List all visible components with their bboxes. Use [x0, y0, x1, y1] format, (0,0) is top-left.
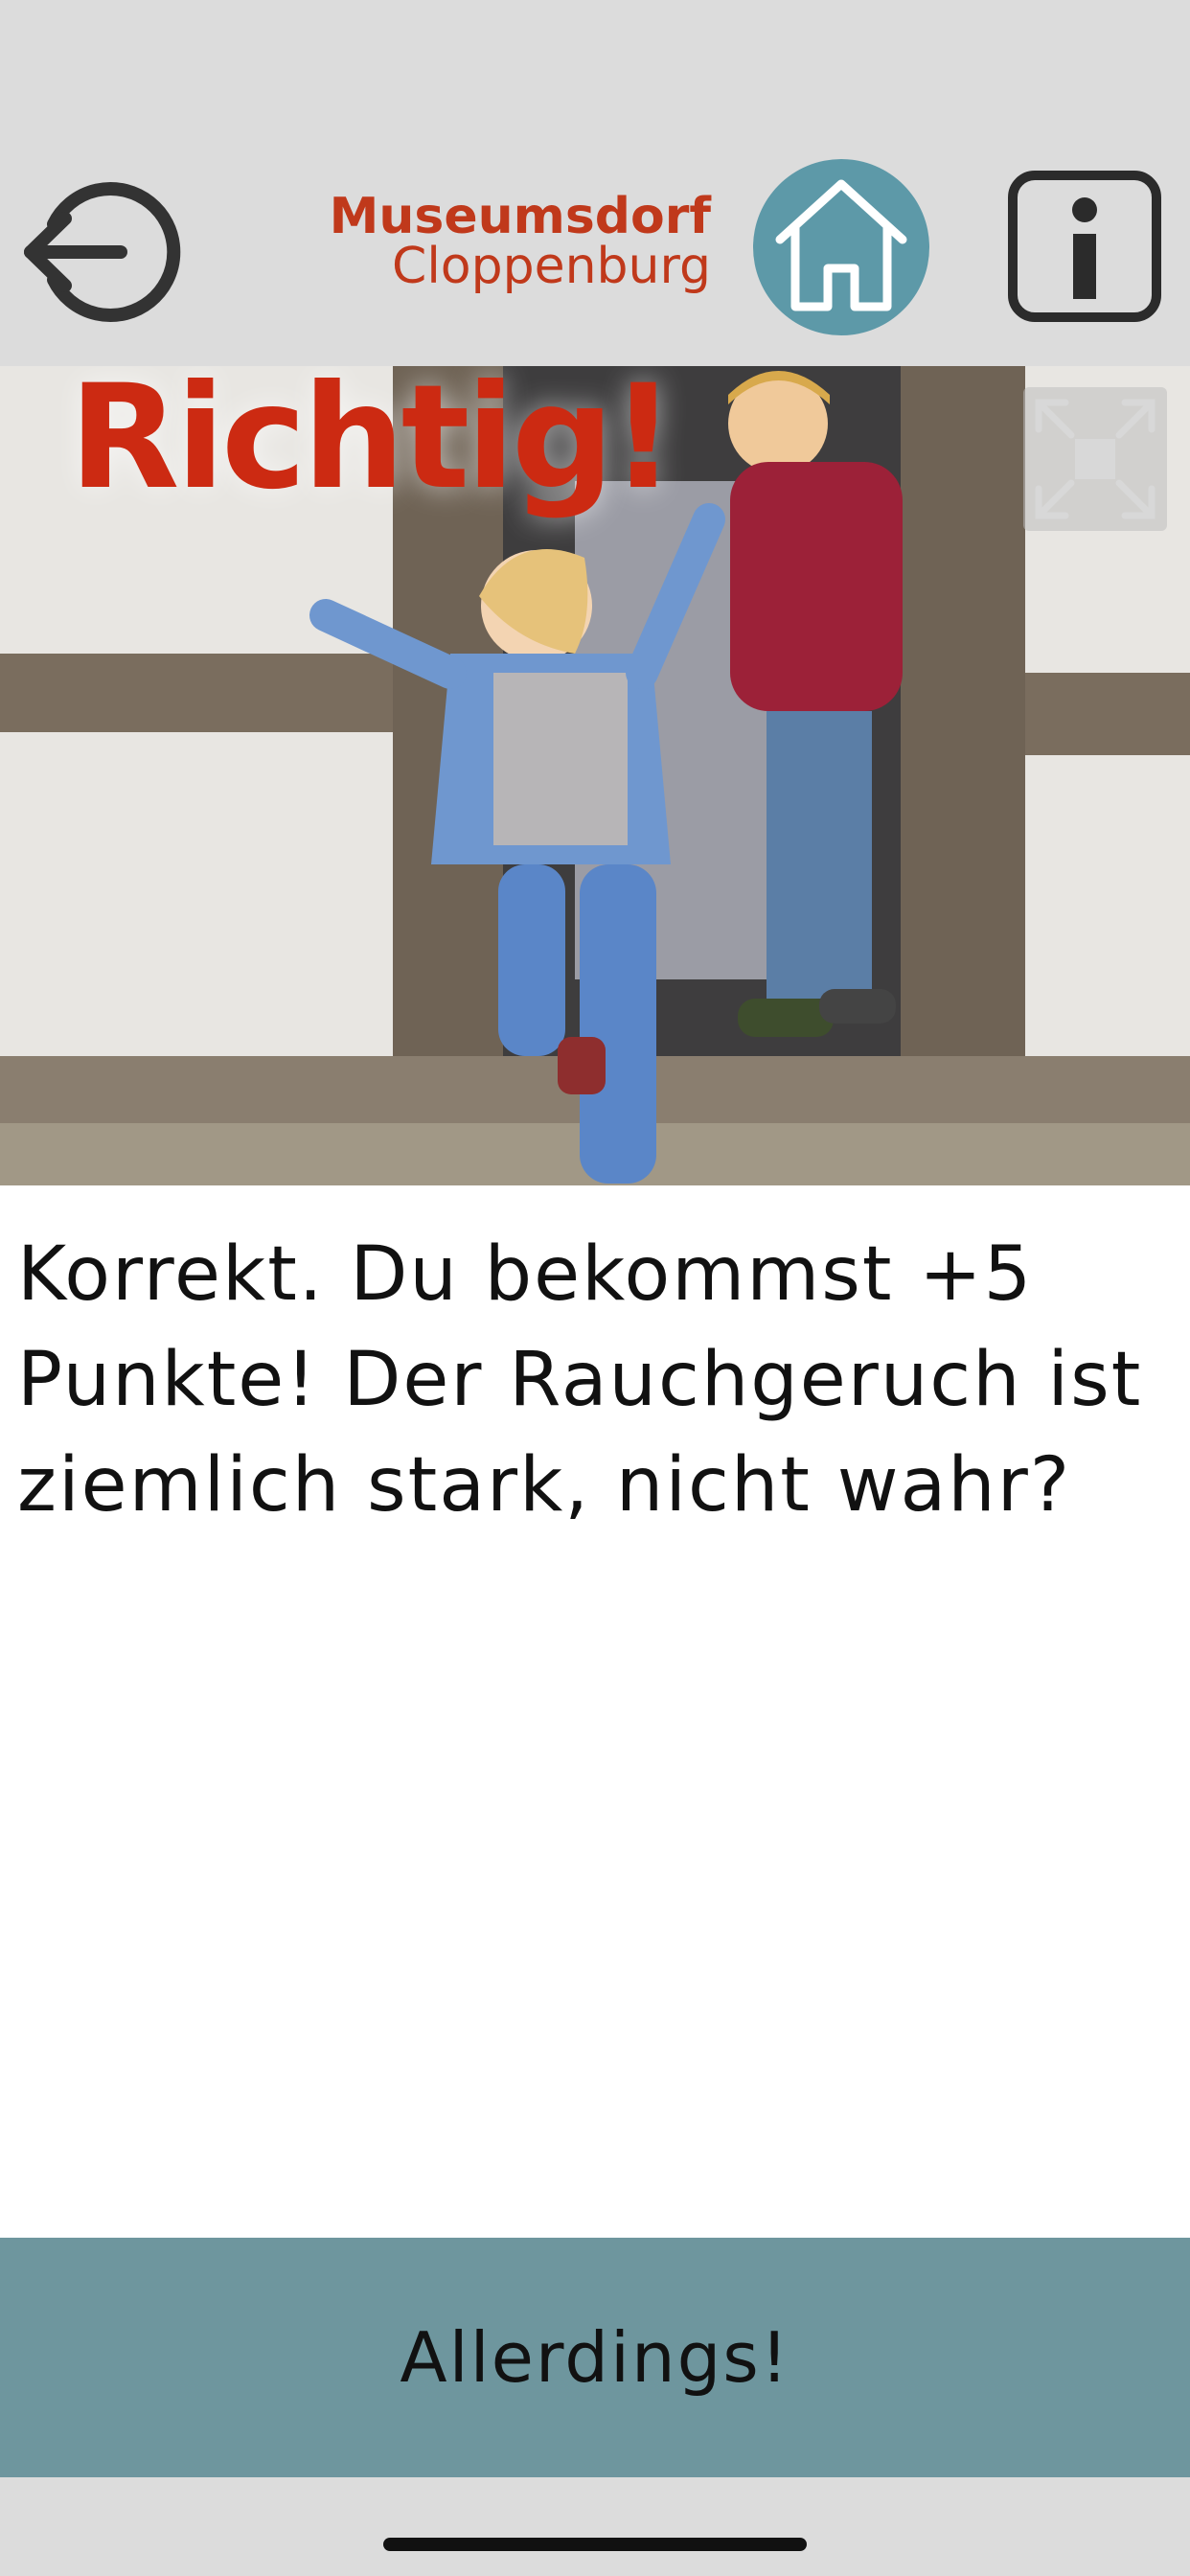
continue-button[interactable]: Allerdings! [0, 2238, 1190, 2477]
logo-line-2: Cloppenburg [392, 238, 711, 295]
app-header: Museumsdorf Cloppenburg [0, 0, 1190, 366]
home-indicator[interactable] [383, 2538, 807, 2551]
feedback-text: Korrekt. Du bekommst +5 Punkte! Der Rauc… [17, 1231, 1143, 1529]
logout-arrow-icon [24, 182, 181, 322]
expand-icon [1035, 399, 1156, 519]
home-button[interactable] [753, 159, 929, 335]
museum-logo: Museumsdorf Cloppenburg [287, 188, 719, 303]
back-button[interactable] [21, 171, 184, 334]
info-button[interactable] [1008, 171, 1161, 322]
result-caption: Richtig! [69, 366, 676, 521]
fullscreen-button[interactable] [1023, 387, 1167, 531]
feedback-panel: Korrekt. Du bekommst +5 Punkte! Der Rauc… [0, 1185, 1190, 2238]
logo-line-1: Museumsdorf [329, 188, 711, 245]
result-photo: Richtig! [0, 366, 1190, 1185]
house-icon [775, 179, 907, 311]
continue-button-label: Allerdings! [400, 2317, 790, 2398]
